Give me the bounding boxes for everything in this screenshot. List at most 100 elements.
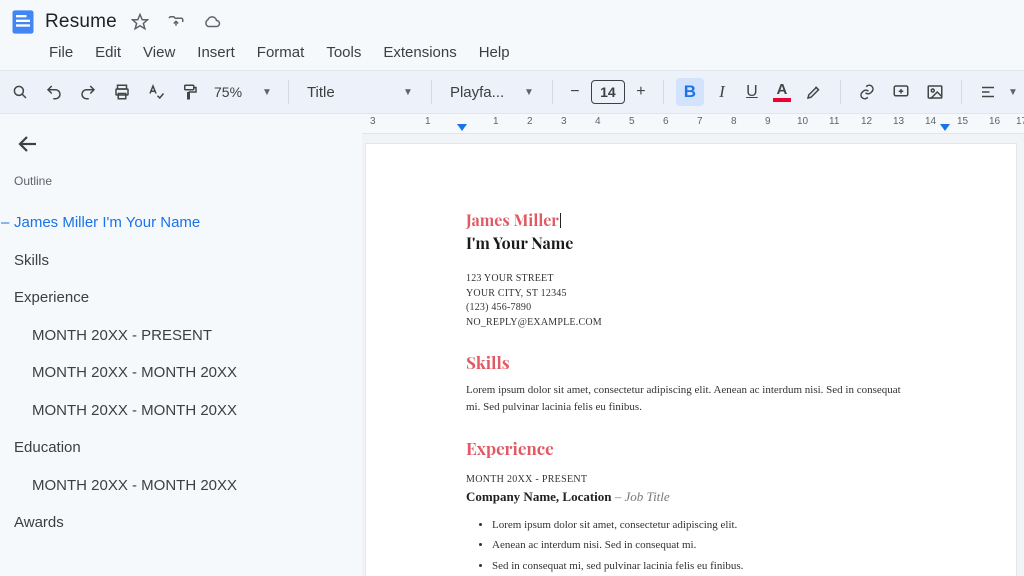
separator [552,80,553,104]
experience-bullets[interactable]: Lorem ipsum dolor sit amet, consectetur … [492,515,916,576]
underline-button[interactable]: U [740,83,764,101]
ruler-tick: 3 [561,116,567,127]
heading-name[interactable]: James Miller [466,210,916,231]
ruler-tick: 8 [731,116,737,127]
paint-format-icon[interactable] [176,78,204,106]
menu-help[interactable]: Help [470,40,519,65]
outline-item[interactable]: MONTH 20XX - MONTH 20XX [12,467,350,505]
spellcheck-icon[interactable] [142,78,170,106]
outline-item[interactable]: MONTH 20XX - MONTH 20XX [12,354,350,392]
app-root: Resume File Edit View Insert Format Tool… [0,0,1024,576]
outline-item[interactable]: MONTH 20XX - PRESENT [12,317,350,355]
style-value: Title [307,84,335,101]
increase-font-icon[interactable]: + [631,82,651,102]
ruler-tick: 12 [861,116,872,127]
indent-marker-icon[interactable] [457,124,467,131]
ruler-tick: 16 [989,116,1000,127]
text-color-button[interactable]: A [770,83,794,102]
bullet-item[interactable]: Sed in consequat mi, sed pulvinar lacini… [492,556,916,576]
right-margin-marker-icon[interactable] [940,124,950,131]
document-page[interactable]: James Miller I'm Your Name 123 YOUR STRE… [366,144,1016,576]
document-canvas[interactable]: 3 1 1 2 3 4 5 6 7 8 9 10 11 12 13 14 15 [362,114,1024,576]
separator [663,80,664,104]
ruler-tick: 14 [925,116,936,127]
ruler[interactable]: 3 1 1 2 3 4 5 6 7 8 9 10 11 12 13 14 15 [362,114,1024,134]
ruler-tick: 15 [957,116,968,127]
highlight-icon[interactable] [800,78,828,106]
separator [288,80,289,104]
menu-tools[interactable]: Tools [317,40,370,65]
separator [840,80,841,104]
outline-item[interactable]: MONTH 20XX - MONTH 20XX [12,392,350,430]
menu-insert[interactable]: Insert [188,40,244,65]
workspace: Outline James Miller I'm Your Name Skill… [0,114,1024,576]
text-cursor [560,213,561,228]
align-icon[interactable] [974,78,1002,106]
zoom-dropdown[interactable]: 75% ▼ [210,84,276,100]
ruler-tick: 1 [425,116,431,127]
experience-dates[interactable]: MONTH 20XX - PRESENT [466,474,916,485]
bullet-item[interactable]: Aenean ac interdum nisi. Sed in consequa… [492,535,916,555]
ruler-tick: 17 [1016,116,1024,127]
ruler-tick: 4 [595,116,601,127]
menu-format[interactable]: Format [248,40,314,65]
outline-item[interactable]: Awards [12,504,350,542]
caret-down-icon[interactable]: ▼ [1008,87,1018,98]
cloud-status-icon[interactable] [203,13,221,31]
outline-item[interactable]: Skills [12,242,350,280]
zoom-value: 75% [214,84,242,100]
bullet-item[interactable]: Lorem ipsum dolor sit amet, consectetur … [492,515,916,535]
section-heading-experience[interactable]: Experience [466,438,916,460]
caret-down-icon: ▼ [524,87,534,98]
outline-item[interactable]: Education [12,429,350,467]
skills-body-text[interactable]: Lorem ipsum dolor sit amet, consectetur … [466,382,916,416]
doc-title[interactable]: Resume [45,11,117,33]
section-heading-skills[interactable]: Skills [466,352,916,374]
separator [431,80,432,104]
undo-icon[interactable] [40,78,68,106]
heading-subtitle[interactable]: I'm Your Name [466,233,916,254]
font-size-group: − 14 + [565,80,651,104]
caret-down-icon: ▼ [262,87,272,98]
star-icon[interactable] [131,13,149,31]
image-icon[interactable] [921,78,949,106]
menu-edit[interactable]: Edit [86,40,130,65]
menubar: File Edit View Insert Format Tools Exten… [0,40,1024,70]
move-icon[interactable] [167,13,185,31]
toolbar: 75% ▼ Title ▼ Playfa... ▼ − 14 + B I U A… [0,70,1024,114]
font-value: Playfa... [450,84,504,101]
back-arrow-icon[interactable] [16,132,40,156]
menu-view[interactable]: View [134,40,184,65]
ruler-tick: 5 [629,116,635,127]
ruler-tick: 7 [697,116,703,127]
bold-button[interactable]: B [676,78,704,106]
link-icon[interactable] [853,78,881,106]
contact-block[interactable]: 123 YOUR STREET YOUR CITY, ST 12345 (123… [466,272,916,330]
ruler-tick: 13 [893,116,904,127]
caret-down-icon: ▼ [403,87,413,98]
ruler-tick: 10 [797,116,808,127]
outline-item[interactable]: James Miller I'm Your Name [12,204,350,242]
docs-logo-icon[interactable] [9,8,37,36]
decrease-font-icon[interactable]: − [565,82,585,102]
print-icon[interactable] [108,78,136,106]
outline-heading: Outline [14,174,350,188]
redo-icon[interactable] [74,78,102,106]
ruler-tick: 2 [527,116,533,127]
comment-icon[interactable] [887,78,915,106]
separator [961,80,962,104]
font-dropdown[interactable]: Playfa... ▼ [444,84,540,101]
titlebar: Resume [0,0,1024,40]
font-size-input[interactable]: 14 [591,80,625,104]
italic-button[interactable]: I [710,82,734,102]
ruler-tick: 9 [765,116,771,127]
menu-file[interactable]: File [40,40,82,65]
paragraph-style-dropdown[interactable]: Title ▼ [301,84,419,101]
experience-company[interactable]: Company Name, Location – Job Title [466,489,916,505]
search-icon[interactable] [6,78,34,106]
title-icons [131,13,221,31]
outline-item[interactable]: Experience [12,279,350,317]
ruler-tick: 1 [493,116,499,127]
ruler-tick: 3 [370,116,376,127]
menu-extensions[interactable]: Extensions [374,40,465,65]
